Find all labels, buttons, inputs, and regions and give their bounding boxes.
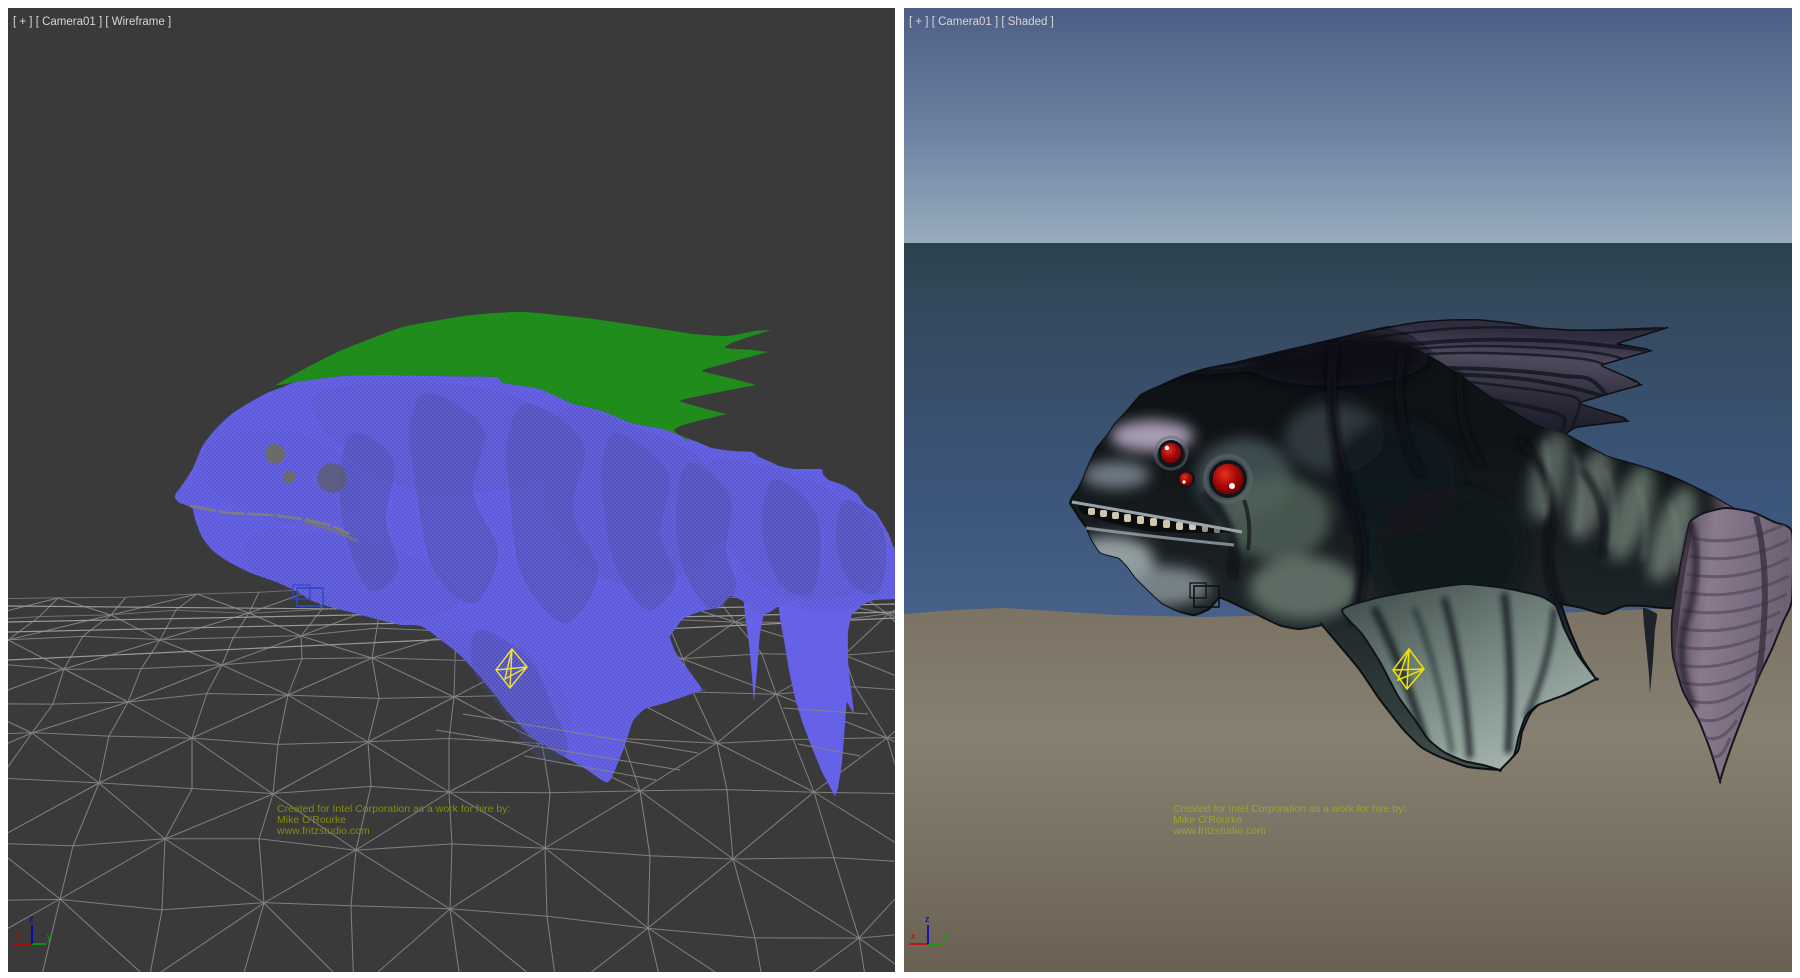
svg-text:z: z [29, 914, 34, 924]
svg-text:[ + ] [ Camera01 ] [ Shaded ]: [ + ] [ Camera01 ] [ Shaded ] [909, 16, 1054, 28]
svg-text:x: x [911, 931, 916, 941]
svg-text:z: z [925, 914, 930, 924]
svg-text:x: x [15, 931, 20, 941]
svg-text:www.fritzstudio.com: www.fritzstudio.com [276, 825, 370, 837]
svg-text:[ + ] [ Camera01 ] [ Wireframe: [ + ] [ Camera01 ] [ Wireframe ] [13, 16, 171, 28]
svg-text:y: y [47, 932, 52, 942]
svg-text:y: y [943, 932, 948, 942]
svg-text:www.fritzstudio.com: www.fritzstudio.com [1172, 825, 1266, 837]
